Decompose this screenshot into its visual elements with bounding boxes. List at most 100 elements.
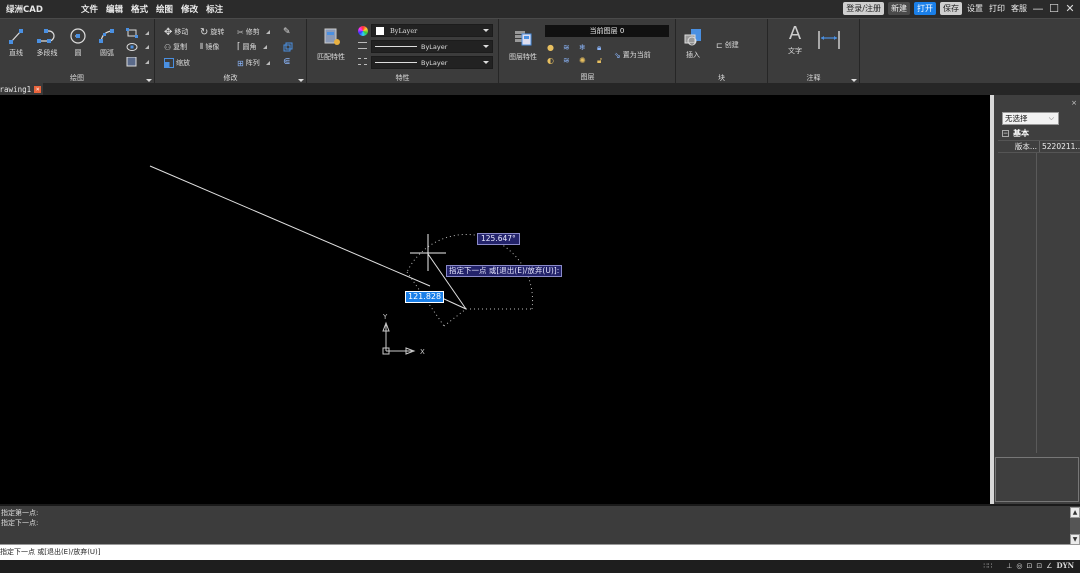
text-tool[interactable]: A 文字 — [782, 25, 808, 56]
layers-group-label: 图层 — [580, 73, 595, 81]
color-swatch — [376, 26, 384, 35]
selection-dropdown[interactable]: 无选择 ⌵ — [1002, 112, 1059, 125]
modify-group-label: 修改 — [223, 74, 238, 82]
array-icon: ⊞ — [237, 58, 244, 68]
ellipse-tool[interactable] — [126, 41, 149, 53]
explode-tool[interactable] — [283, 41, 293, 53]
menu-dimension[interactable]: 标注 — [206, 3, 223, 15]
mirror-icon: ⫴ — [200, 42, 204, 51]
block-group-label: 块 — [718, 74, 725, 82]
lineweight-toggle-icon[interactable]: ∠ — [1046, 562, 1052, 570]
drawing-svg: Y X — [149, 165, 534, 356]
length-input[interactable]: 121.828 — [405, 291, 445, 303]
save-button[interactable]: 保存 — [940, 2, 962, 15]
osnap-toggle-icon[interactable]: ⊡ — [1027, 562, 1033, 570]
settings-button[interactable]: 设置 — [966, 2, 984, 15]
arc-tool[interactable]: 圆弧 — [92, 27, 122, 58]
create-block-icon: ⊏ — [716, 40, 723, 50]
create-block-button[interactable]: ⊏ 创建 — [716, 39, 739, 51]
set-current-layer-button[interactable]: ⇘ 置为当前 — [614, 49, 651, 61]
service-button[interactable]: 客服 — [1010, 2, 1028, 15]
ribbon: 直线 多段线 圆 圆弧 绘图 ✥ 移动 ↻ 旋转 ✂ 修剪 ✎ ⚇ 复制 ⫴ 镜… — [0, 18, 1080, 84]
menu-modify[interactable]: 修改 — [181, 3, 198, 15]
mirror-tool[interactable]: ⫴ 镜像 — [200, 41, 219, 53]
match-properties-tool[interactable]: 匹配特性 — [313, 27, 349, 62]
color-dropdown[interactable]: ByLayer — [371, 24, 493, 37]
explode-icon — [283, 42, 293, 52]
layer-thaw-icon[interactable]: ✺ — [579, 56, 586, 65]
print-button[interactable]: 打印 — [988, 2, 1006, 15]
layer-unlock-icon[interactable]: 🔓︎ — [597, 56, 602, 66]
copy-tool[interactable]: ⚇ 复制 — [164, 41, 187, 53]
lineweight-dropdown[interactable]: ByLayer — [371, 56, 493, 69]
layer-isolate-icon[interactable]: ≋ — [563, 43, 570, 52]
annotation-expand-icon[interactable] — [851, 79, 857, 82]
extension-line-2 — [443, 308, 467, 327]
move-tool[interactable]: ✥ 移动 — [164, 26, 188, 38]
arc-icon — [99, 29, 114, 43]
collapse-icon[interactable]: − — [1002, 130, 1009, 137]
rectangle-icon — [126, 28, 138, 38]
otrack-toggle-icon[interactable]: ⊡ — [1036, 562, 1042, 570]
circle-tool[interactable]: 圆 — [63, 27, 93, 58]
header-actions: 登录/注册 新建 打开 保存 设置 打印 客服 — ☐ ✕ — [843, 2, 1076, 15]
linetype-dropdown[interactable]: ByLayer — [371, 40, 493, 53]
grid-toggle-icon[interactable]: ∷∷ — [983, 562, 992, 570]
rectangle-tool[interactable] — [126, 27, 149, 39]
menu-draw[interactable]: 绘图 — [156, 3, 173, 15]
trim-tool[interactable]: ✂ 修剪 — [237, 26, 270, 38]
layer-match-icon[interactable]: ≋ — [563, 56, 570, 65]
panel-close-icon[interactable]: × — [1071, 99, 1077, 107]
modify-expand-icon[interactable] — [298, 79, 304, 82]
layer-freeze-icon[interactable]: ❄ — [579, 43, 586, 52]
current-layer-dropdown[interactable]: 当前图层 0 — [545, 25, 669, 37]
dimension-icon — [818, 31, 840, 49]
drawing-canvas[interactable]: Y X 125.647° 指定下一点 或[退出(E)/放弃(U)]: 121.8… — [0, 95, 990, 504]
polyline-tool[interactable]: 多段线 — [32, 27, 62, 58]
login-button[interactable]: 登录/注册 — [843, 2, 884, 15]
category-basic[interactable]: − 基本 — [1002, 128, 1029, 139]
minimize-icon[interactable]: — — [1032, 2, 1044, 15]
layer-off-icon[interactable]: ◐ — [547, 56, 554, 65]
new-button[interactable]: 新建 — [888, 2, 910, 15]
insert-block-tool[interactable]: 插入 — [679, 27, 707, 60]
command-input[interactable]: 指定下一点 或[退出(E)/放弃(U)] — [0, 544, 1080, 560]
annotation-group-label: 注释 — [806, 74, 821, 82]
block-group: 插入 ⊏ 创建 块 — [676, 19, 768, 84]
menu-format[interactable]: 格式 — [131, 3, 148, 15]
erase-tool[interactable]: ✎ — [283, 26, 291, 38]
rotate-tool[interactable]: ↻ 旋转 — [200, 26, 224, 38]
ortho-toggle-icon[interactable]: ⊥ — [1006, 562, 1012, 570]
scale-tool[interactable]: 缩放 — [164, 57, 190, 69]
property-description-box — [995, 457, 1079, 502]
layer-on-icon[interactable]: ● — [547, 43, 554, 52]
layer-properties-tool[interactable]: 图层特性 — [505, 27, 541, 62]
scroll-up-icon[interactable]: ▲ — [1070, 507, 1080, 518]
polar-toggle-icon[interactable]: ◎ — [1016, 562, 1022, 570]
set-current-icon: ⇘ — [614, 50, 621, 60]
dyn-toggle[interactable]: DYN — [1057, 561, 1074, 570]
fillet-tool[interactable]: ⌈ 圆角 — [237, 41, 267, 53]
angle-input[interactable]: 125.647° — [477, 233, 520, 245]
maximize-icon[interactable]: ☐ — [1048, 2, 1060, 15]
line-tool[interactable]: 直线 — [1, 27, 31, 58]
menu-file[interactable]: 文件 — [81, 3, 98, 15]
property-divider — [1036, 153, 1037, 453]
match-properties-icon — [324, 28, 340, 45]
close-icon[interactable]: ✕ — [1064, 2, 1076, 15]
command-scrollbar[interactable]: ▲ ▼ — [1070, 507, 1080, 545]
offset-tool[interactable]: ⋐ — [283, 56, 291, 68]
hatch-tool[interactable] — [126, 56, 149, 68]
tab-drawing1[interactable]: Drawing1 × — [0, 83, 44, 95]
tab-close-icon[interactable]: × — [34, 85, 42, 93]
layer-lock-icon[interactable]: 🔒︎ — [597, 43, 601, 53]
menu-edit[interactable]: 编辑 — [106, 3, 123, 15]
draw-expand-icon[interactable] — [146, 79, 152, 82]
ucs-x-label: X — [420, 348, 425, 356]
dimension-tool[interactable] — [816, 29, 850, 55]
move-icon: ✥ — [164, 26, 173, 38]
array-tool[interactable]: ⊞ 阵列 — [237, 57, 270, 69]
color-wheel-icon — [358, 26, 368, 36]
layer-properties-icon — [515, 31, 532, 46]
open-button[interactable]: 打开 — [914, 2, 936, 15]
